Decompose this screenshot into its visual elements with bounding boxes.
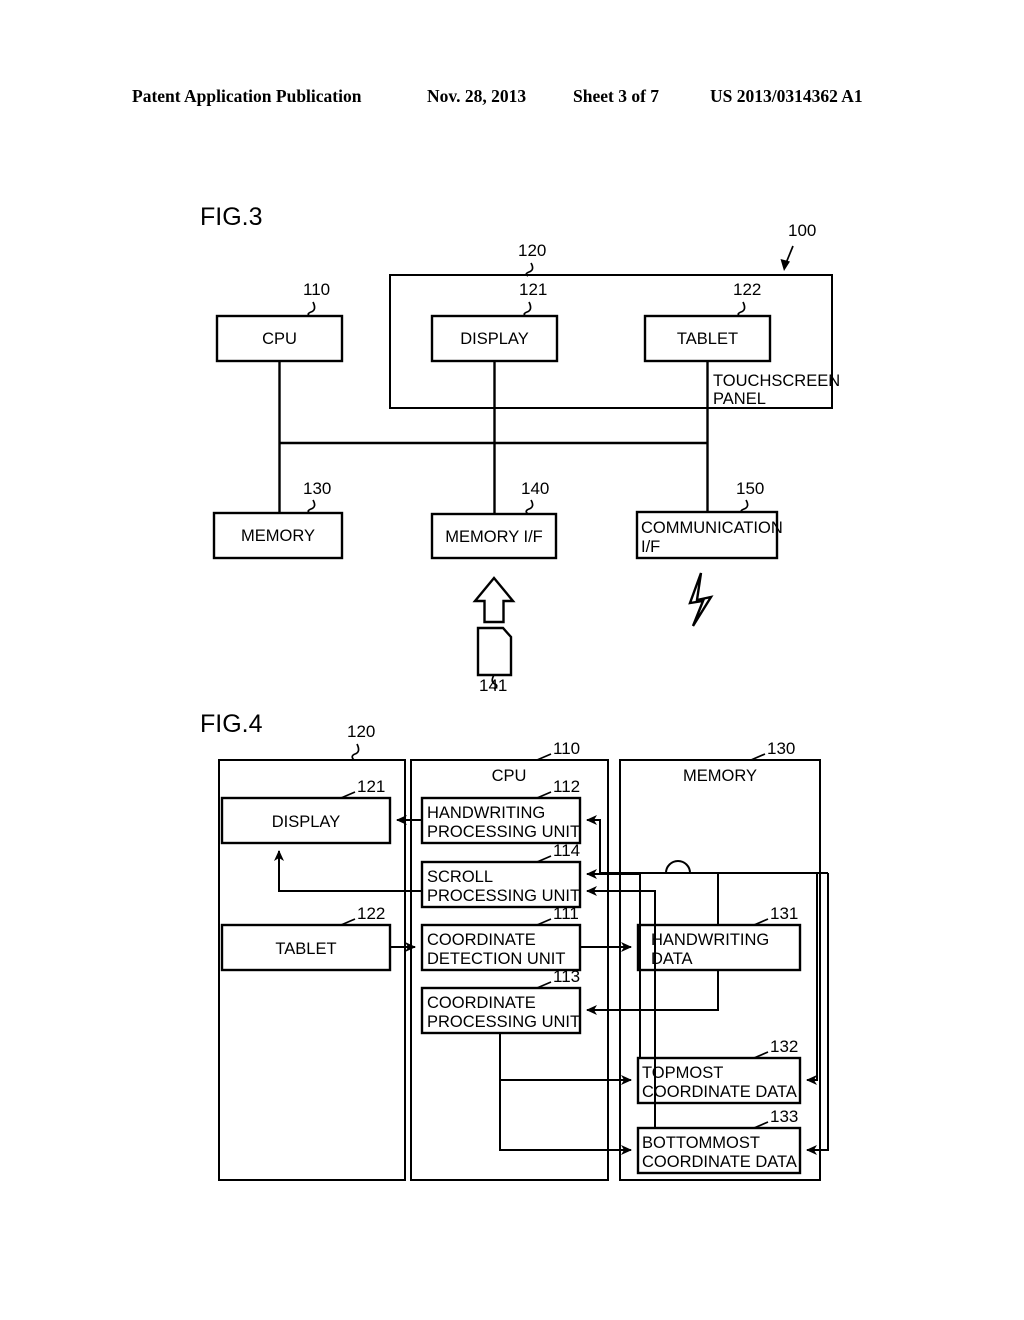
fig4-conn-scroll-to-display xyxy=(274,850,422,892)
fig4-coordinate-processing-unit-line2: PROCESSING UNIT xyxy=(427,1013,580,1031)
fig4-ref-topmost: 132 xyxy=(770,1037,798,1056)
fig4-tablet-label: TABLET xyxy=(275,940,336,958)
patent-sheet: Patent Application Publication Nov. 28, … xyxy=(0,0,1024,1320)
fig4-topmost-coordinate-data-line2: COORDINATE DATA xyxy=(642,1083,797,1101)
fig4-ref-scroll-pu: 114 xyxy=(553,841,580,860)
fig4-handwriting-processing-unit-line1: HANDWRITING xyxy=(427,804,545,822)
fig4-handwriting-processing-unit-line2: PROCESSING UNIT xyxy=(427,823,580,841)
fig4-coordinate-processing-unit-line1: COORDINATE xyxy=(427,994,536,1012)
fig4-coordinate-detection-unit-line1: COORDINATE xyxy=(427,931,536,949)
fig4-coordinate-detection-unit-line2: DETECTION UNIT xyxy=(427,950,565,968)
fig4-ref-memory: 130 xyxy=(767,739,795,758)
fig4-conn-coordinate-processing-to-bottommost xyxy=(499,1080,632,1155)
fig4-diagram: CPU MEMORY DISPLAY TABLET HANDWRITING PR… xyxy=(218,722,829,1181)
fig4-ref-panel: 120 xyxy=(347,722,375,741)
fig4-conn-handwriting-data-to-coordinate-processing xyxy=(586,970,719,1015)
fig4-cpu-group-label: CPU xyxy=(492,767,527,785)
fig4-ref-bottommost: 133 xyxy=(770,1107,798,1126)
fig4-ref-coordinate-detection: 111 xyxy=(553,904,579,923)
fig4-scroll-processing-unit-line1: SCROLL xyxy=(427,868,493,886)
fig4-scroll-processing-unit-line2: PROCESSING UNIT xyxy=(427,887,580,905)
fig4-conn-topmost-to-scroll xyxy=(586,869,641,1058)
fig4-bottommost-coordinate-data-line1: BOTTOMMOST xyxy=(642,1134,760,1152)
fig4-ref-cpu: 110 xyxy=(553,739,580,758)
fig4-conn-to-handwriting-pu xyxy=(586,815,666,874)
fig4-bottommost-coordinate-data-line2: COORDINATE DATA xyxy=(642,1153,797,1171)
fig4-conn-bus-to-topmost xyxy=(806,873,818,1085)
fig4-display-label: DISPLAY xyxy=(272,813,340,831)
fig4-ref-panel-leader xyxy=(351,743,360,761)
fig4-ref-display: 121 xyxy=(357,777,385,796)
fig4-ref-coordinate-processing: 113 xyxy=(553,967,580,986)
fig4-handwriting-data-line2: DATA xyxy=(651,950,693,968)
fig4-wire-hop-icon xyxy=(665,860,691,874)
fig4-memory-group-label: MEMORY xyxy=(683,767,757,785)
fig4-conn-coordinate-processing-to-topmost xyxy=(499,1033,632,1085)
fig4-handwriting-data-line1: HANDWRITING xyxy=(651,931,769,949)
fig4-ref-handwriting-data: 131 xyxy=(770,904,798,923)
fig4-ref-handwriting-pu: 112 xyxy=(553,777,580,796)
fig4-conn-handwriting-data-up xyxy=(690,872,719,925)
fig4-ref-tablet: 122 xyxy=(357,904,385,923)
